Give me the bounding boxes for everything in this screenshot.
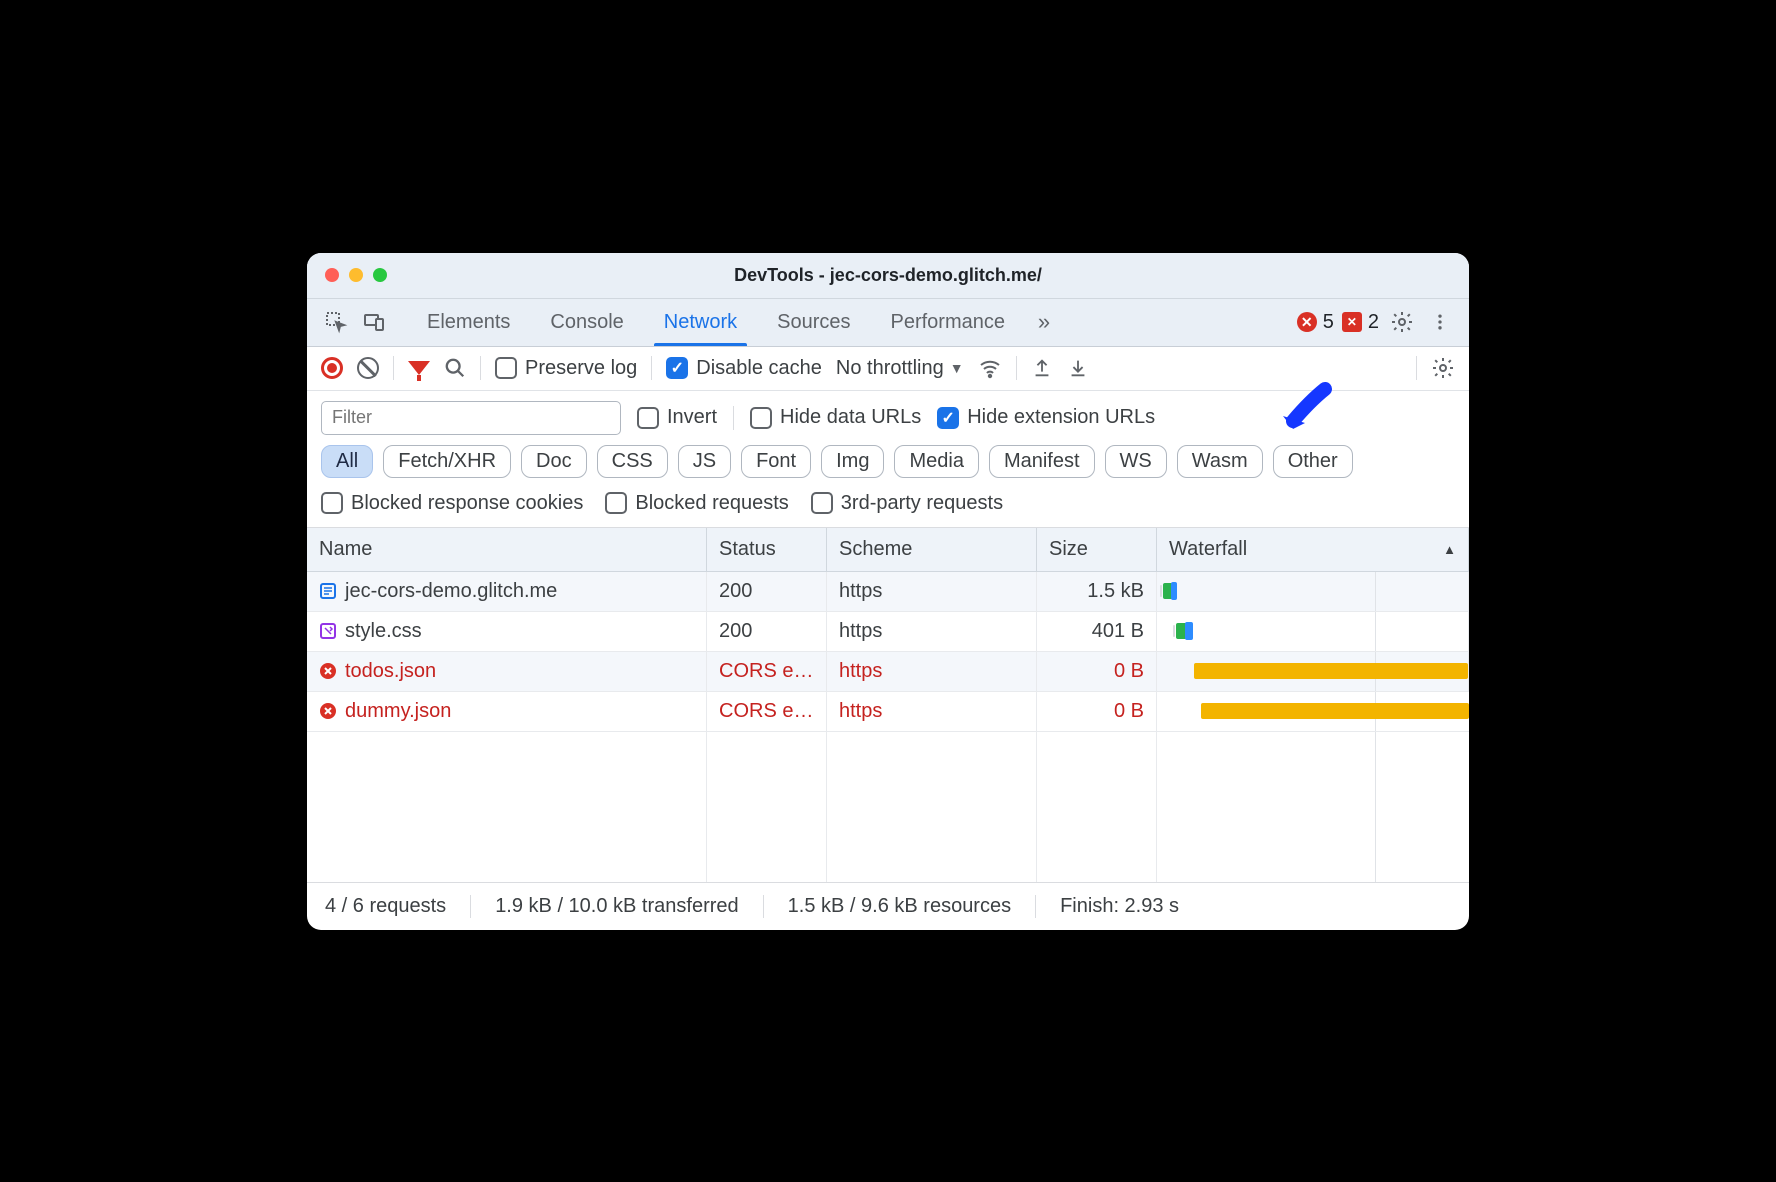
cell-status: 200 [707, 572, 827, 612]
blocked-requests-checkbox[interactable]: Blocked requests [605, 492, 788, 515]
filter-pill-manifest[interactable]: Manifest [989, 445, 1095, 478]
file-type-icon [319, 622, 337, 640]
request-table: Name Status Scheme Size Waterfall▲ jec-c… [307, 528, 1469, 732]
cell-name[interactable]: jec-cors-demo.glitch.me [307, 572, 707, 612]
filter-pill-font[interactable]: Font [741, 445, 811, 478]
cell-waterfall [1157, 692, 1469, 732]
col-name[interactable]: Name [307, 528, 707, 572]
network-toolbar: Preserve log Disable cache No throttling… [307, 347, 1469, 391]
cell-waterfall [1157, 612, 1469, 652]
cell-size: 401 B [1037, 612, 1157, 652]
issue-square-icon: ✕ [1342, 312, 1362, 332]
col-size[interactable]: Size [1037, 528, 1157, 572]
window-title: DevTools - jec-cors-demo.glitch.me/ [307, 265, 1469, 286]
cell-status: CORS e… [707, 652, 827, 692]
download-har-icon[interactable] [1067, 357, 1089, 379]
cell-scheme: https [827, 652, 1037, 692]
close-window-button[interactable] [325, 268, 339, 282]
window-controls [307, 268, 387, 282]
errors-count: 5 [1323, 311, 1334, 334]
cell-scheme: https [827, 612, 1037, 652]
cell-status: CORS e… [707, 692, 827, 732]
chevron-down-icon: ▼ [950, 360, 964, 376]
cell-name[interactable]: dummy.json [307, 692, 707, 732]
cell-name[interactable]: todos.json [307, 652, 707, 692]
file-type-icon [319, 582, 337, 600]
table-empty-area [307, 732, 1469, 882]
clear-button[interactable] [357, 357, 379, 379]
filter-pill-all[interactable]: All [321, 445, 373, 478]
tab-console[interactable]: Console [534, 298, 639, 346]
filter-pill-media[interactable]: Media [894, 445, 978, 478]
status-transferred: 1.9 kB / 10.0 kB transferred [495, 895, 738, 918]
filter-pill-fetch[interactable]: Fetch/XHR [383, 445, 511, 478]
file-type-icon [319, 702, 337, 720]
record-button[interactable] [321, 357, 343, 379]
filter-toggle-icon[interactable] [408, 361, 430, 375]
cell-scheme: https [827, 572, 1037, 612]
secondary-filters: Blocked response cookies Blocked request… [307, 488, 1469, 528]
third-party-checkbox[interactable]: 3rd-party requests [811, 492, 1003, 515]
maximize-window-button[interactable] [373, 268, 387, 282]
upload-har-icon[interactable] [1031, 357, 1053, 379]
throttling-select[interactable]: No throttling ▼ [836, 357, 964, 380]
filter-pill-img[interactable]: Img [821, 445, 884, 478]
error-circle-icon: ✕ [1297, 312, 1317, 332]
invert-checkbox[interactable]: Invert [637, 406, 717, 429]
status-bar: 4 / 6 requests 1.9 kB / 10.0 kB transfer… [307, 882, 1469, 930]
checkbox-icon [495, 357, 517, 379]
issues-count: 2 [1368, 311, 1379, 334]
main-tabs: Elements Console Network Sources Perform… [307, 299, 1469, 347]
status-resources: 1.5 kB / 9.6 kB resources [788, 895, 1011, 918]
resource-type-filters: All Fetch/XHR Doc CSS JS Font Img Media … [307, 441, 1469, 488]
minimize-window-button[interactable] [349, 268, 363, 282]
more-tabs-icon[interactable]: » [1029, 307, 1059, 337]
filter-pill-wasm[interactable]: Wasm [1177, 445, 1263, 478]
cell-waterfall [1157, 652, 1469, 692]
hide-extension-urls-checkbox[interactable]: Hide extension URLs [937, 406, 1155, 429]
tab-performance[interactable]: Performance [875, 298, 1022, 346]
status-requests: 4 / 6 requests [325, 895, 446, 918]
status-finish: Finish: 2.93 s [1060, 895, 1179, 918]
filter-input[interactable] [321, 401, 621, 435]
preserve-log-checkbox[interactable]: Preserve log [495, 357, 637, 380]
filter-pill-doc[interactable]: Doc [521, 445, 587, 478]
network-settings-gear-icon[interactable] [1431, 356, 1455, 380]
device-toggle-icon[interactable] [359, 307, 389, 337]
network-conditions-icon[interactable] [978, 356, 1002, 380]
filter-pill-js[interactable]: JS [678, 445, 731, 478]
titlebar: DevTools - jec-cors-demo.glitch.me/ [307, 253, 1469, 299]
search-icon[interactable] [444, 357, 466, 379]
filter-pill-other[interactable]: Other [1273, 445, 1353, 478]
blocked-cookies-checkbox[interactable]: Blocked response cookies [321, 492, 583, 515]
tab-elements[interactable]: Elements [411, 298, 526, 346]
errors-badge[interactable]: ✕ 5 [1297, 311, 1334, 334]
cell-size: 0 B [1037, 692, 1157, 732]
hide-data-urls-checkbox[interactable]: Hide data URLs [750, 406, 921, 429]
file-type-icon [319, 662, 337, 680]
checkbox-icon [666, 357, 688, 379]
cell-size: 0 B [1037, 652, 1157, 692]
cell-scheme: https [827, 692, 1037, 732]
cell-name[interactable]: style.css [307, 612, 707, 652]
tab-network[interactable]: Network [648, 298, 753, 346]
sort-indicator-icon: ▲ [1443, 542, 1456, 557]
cell-size: 1.5 kB [1037, 572, 1157, 612]
cell-status: 200 [707, 612, 827, 652]
filter-bar: Invert Hide data URLs Hide extension URL… [307, 391, 1469, 441]
disable-cache-checkbox[interactable]: Disable cache [666, 357, 822, 380]
kebab-menu-icon[interactable] [1425, 307, 1455, 337]
cell-waterfall [1157, 572, 1469, 612]
col-waterfall[interactable]: Waterfall▲ [1157, 528, 1469, 572]
filter-pill-css[interactable]: CSS [597, 445, 668, 478]
inspect-icon[interactable] [321, 307, 351, 337]
col-status[interactable]: Status [707, 528, 827, 572]
devtools-window: DevTools - jec-cors-demo.glitch.me/ Elem… [307, 253, 1469, 930]
settings-gear-icon[interactable] [1387, 307, 1417, 337]
col-scheme[interactable]: Scheme [827, 528, 1037, 572]
issues-badge[interactable]: ✕ 2 [1342, 311, 1379, 334]
tab-sources[interactable]: Sources [761, 298, 866, 346]
filter-pill-ws[interactable]: WS [1105, 445, 1167, 478]
